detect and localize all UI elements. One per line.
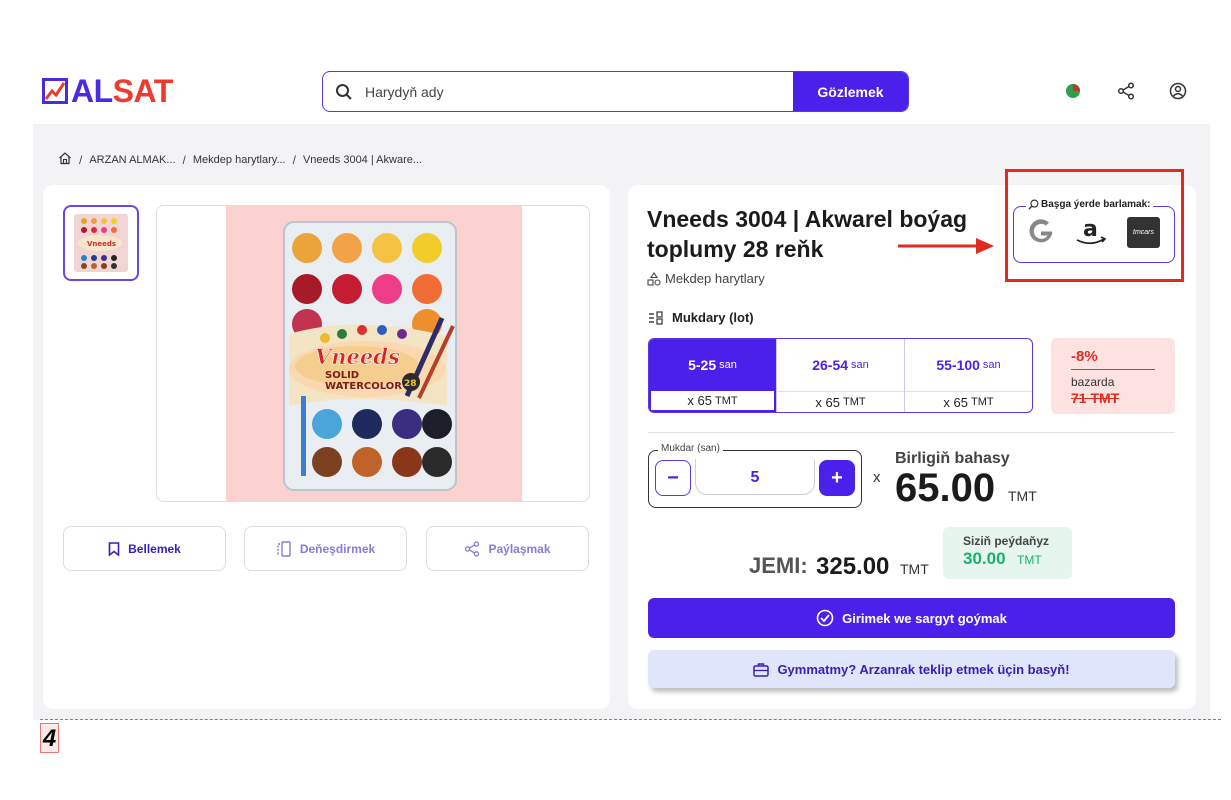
lot-price: x 65 [687,393,712,408]
lot-option-3[interactable]: 55-100 san x 65 TMT [905,339,1032,412]
lot-unit: san [719,359,737,371]
language-globe-icon[interactable] [1062,80,1084,102]
svg-text:Vneeds: Vneeds [87,240,116,248]
lot-range: 26-54 [812,357,849,373]
breadcrumb-separator: / [79,152,83,167]
lot-price: x 65 [943,394,968,410]
lot-range: 55-100 [936,357,980,373]
svg-text:a: a [1083,217,1098,242]
save-button[interactable]: Bellemek [63,526,226,571]
chart-logo-icon [42,78,68,104]
product-category-label: Mekdep harytlary [665,271,765,286]
lot-list-icon [649,310,663,325]
page-number: 4 [40,723,59,753]
lot-unit: san [851,359,869,371]
share-button-label: Paýlaşmak [488,541,551,556]
product-thumbnail[interactable]: Vneeds [63,205,139,281]
lot-quantity-label: Mukdary (lot) [672,310,754,325]
product-thumbnail-image: Vneeds [74,214,128,272]
unit-price-value: 65.00 [895,466,996,510]
multiply-sign: x [873,469,881,486]
logo-text-al: AL [71,73,113,109]
search-input[interactable] [365,72,793,111]
breadcrumb-item-category[interactable]: Mekdep harytlary... [193,154,286,166]
unit-price-currency: TMT [1008,488,1037,504]
search-button[interactable]: Gözlemek [793,72,908,111]
user-account-icon[interactable] [1167,80,1189,102]
product-main-image[interactable]: Vneeds SOLID WATERCOLOR 28 [156,205,590,502]
order-button-label: Girimek we sargyt goýmak [842,610,1007,626]
quantity-increase-button[interactable]: + [819,460,855,496]
compare-button[interactable]: Deňeşdirmek [244,526,407,571]
profit-value: 30.00 [963,549,1006,568]
lot-quantity-heading: Mukdary (lot) [648,310,754,325]
logo-text-sat: SAT [112,73,174,109]
lot-unit: san [982,359,1001,371]
tmcars-icon[interactable]: tmcars [1127,217,1160,248]
image-line1-text: SOLID [325,370,359,381]
home-icon[interactable] [58,151,72,168]
image-line2-text: WATERCOLOR [325,381,402,392]
share-icon[interactable] [1115,80,1137,102]
market-old-price: 71 TMT [1071,390,1120,406]
compare-button-label: Deňeşdirmek [299,541,376,556]
category-shapes-icon [647,271,661,286]
tmcars-icon-label: tmcars [1133,229,1154,236]
lot-table: 5-25 san x 65 TMT 26-54 san x 65 TMT 55-100 s… [648,338,1033,413]
total-value: 325.00 [816,553,890,580]
save-button-label: Bellemek [128,541,181,556]
profit-currency: TMT [1017,553,1042,567]
market-price-label: bazarda [1071,375,1115,389]
product-category[interactable]: Mekdep harytlary [647,271,765,286]
watercolor-set-image: Vneeds SOLID WATERCOLOR 28 [226,206,522,501]
google-icon[interactable] [1026,216,1056,246]
breadcrumb-item-deals[interactable]: ARZAN ALMAK... [89,154,175,166]
quantity-input[interactable]: 5 [695,459,815,495]
section-divider [648,432,1175,433]
check-elsewhere-label: Başga ýerde barlamak: [1041,199,1151,210]
offer-button-label: Gymmatmy? Arzanrak teklip etmek üçin bas… [777,661,1070,677]
breadcrumb-item-product: Vneeds 3004 | Akware... [302,153,423,166]
image-brand-text: Vneeds [315,344,400,369]
share-product-button[interactable]: Paýlaşmak [426,526,589,571]
check-elsewhere-legend: Başga ýerde barlamak: [1026,199,1153,210]
lot-currency: TMT [714,394,738,407]
total-label: JEMI: [749,553,808,578]
magnifier-icon [1028,199,1039,210]
breadcrumb-separator: / [182,152,186,167]
check-circle-icon [816,609,834,627]
image-count-text: 28 [404,379,417,389]
make-offer-button[interactable]: Gymmatmy? Arzanrak teklip etmek üçin bas… [648,650,1175,688]
share-icon [465,540,480,557]
amazon-icon[interactable]: a [1074,216,1108,248]
lot-option-1[interactable]: 5-25 san x 65 TMT [649,339,777,412]
quantity-legend: Mukdar (san) [658,443,723,454]
quantity-decrease-button[interactable]: − [655,460,691,496]
annotation-arrow-icon [898,236,998,261]
breadcrumb: / ARZAN ALMAK... / Mekdep harytlary... /… [58,151,422,168]
logo[interactable]: ALSAT [42,74,173,108]
total-currency: TMT [900,561,929,577]
briefcase-icon [753,662,770,677]
discount-divider [1071,369,1155,370]
discount-percent: -8% [1071,348,1098,365]
breadcrumb-separator: / [292,152,296,167]
lot-currency: TMT [842,396,866,408]
login-and-order-button[interactable]: Girimek we sargyt goýmak [648,598,1175,638]
search-icon [323,72,365,111]
lot-range: 5-25 [688,357,717,373]
lot-currency: TMT [970,396,994,408]
lot-option-2[interactable]: 26-54 san x 65 TMT [777,339,905,412]
bookmark-icon [108,541,120,556]
lot-price: x 65 [815,394,840,410]
profit-label: Siziň peýdaňyz [963,534,1050,548]
compare-icon [277,540,291,557]
search-bar: Gözlemek [322,71,909,112]
page-break-line [40,719,1221,720]
